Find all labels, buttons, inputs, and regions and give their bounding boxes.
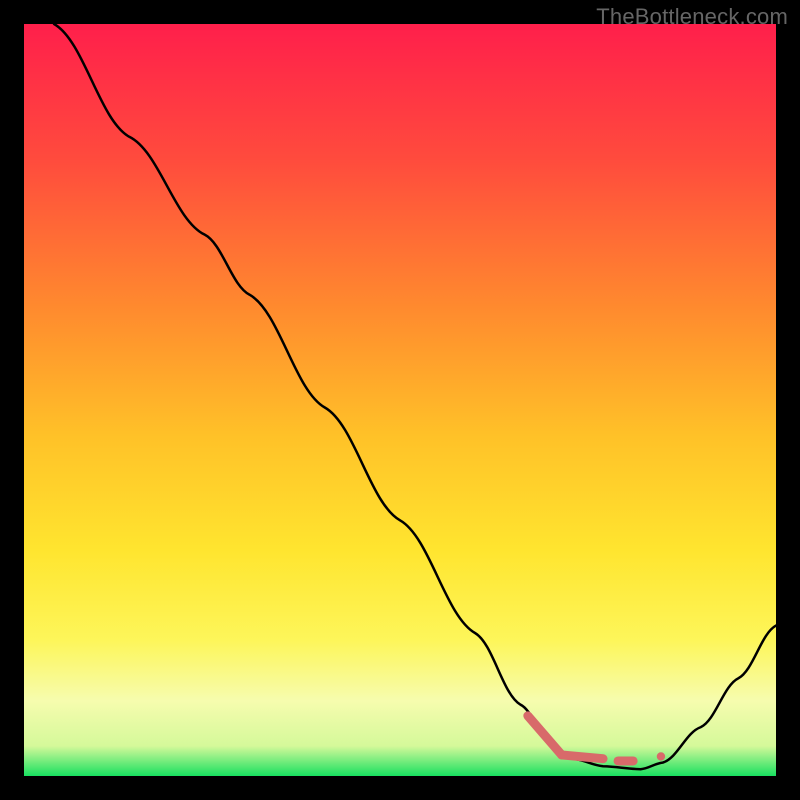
marker-dot: [657, 752, 665, 760]
watermark-text: TheBottleneck.com: [596, 4, 788, 30]
chart-frame: [24, 24, 776, 776]
bottleneck-chart: [24, 24, 776, 776]
marker-segment: [562, 755, 603, 759]
chart-background: [24, 24, 776, 776]
